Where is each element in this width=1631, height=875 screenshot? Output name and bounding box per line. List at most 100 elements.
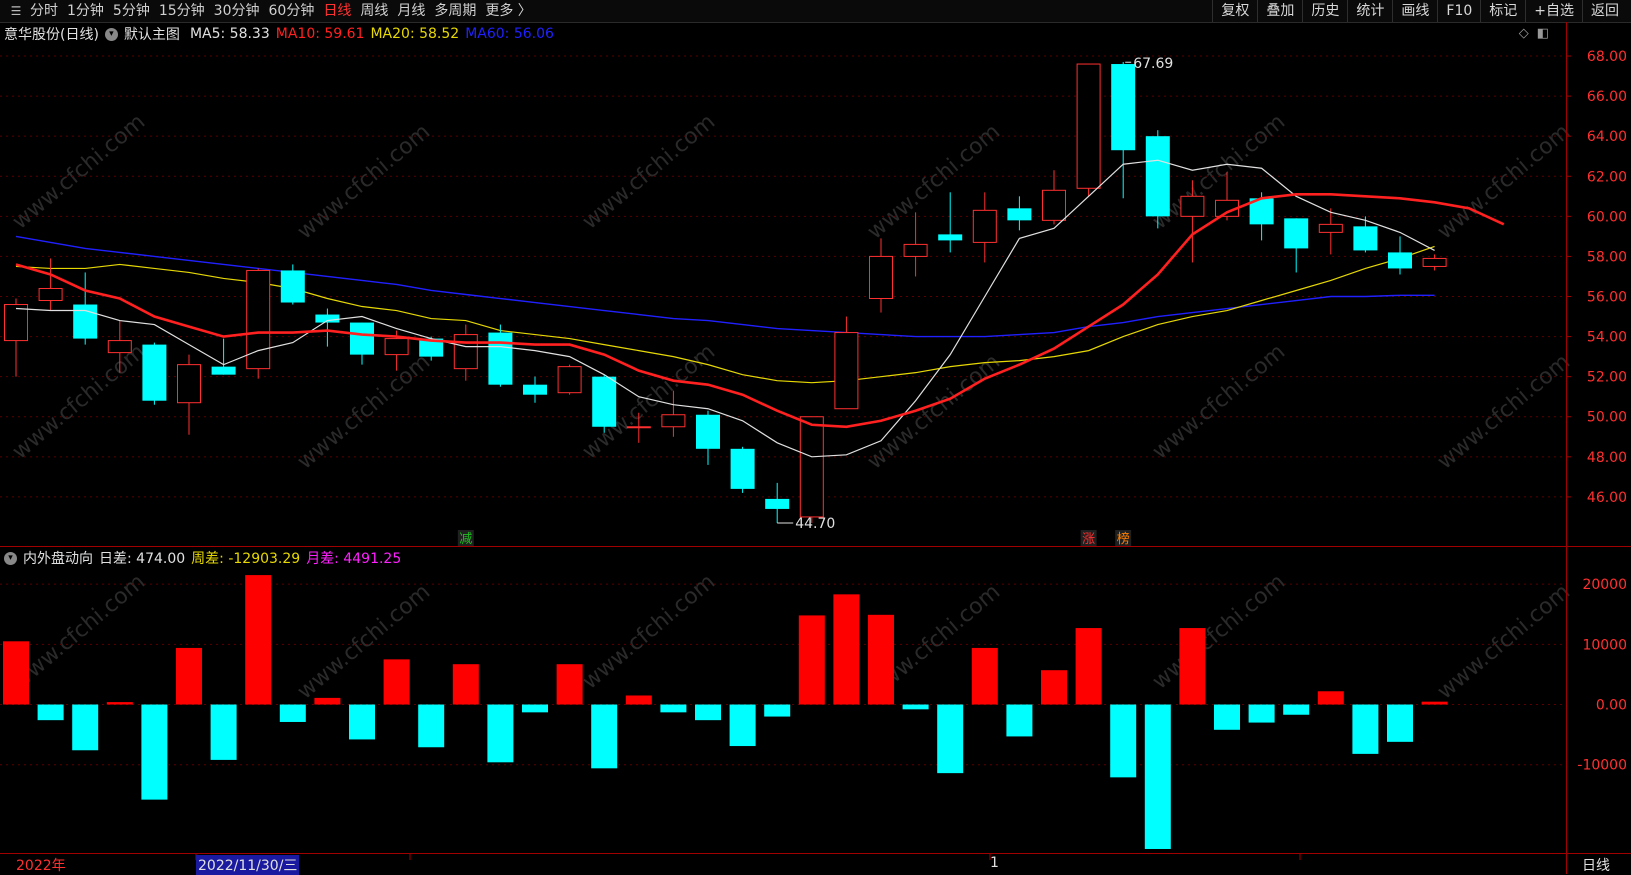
indicator-bar: [522, 704, 548, 713]
indicator-bar: [1283, 704, 1310, 715]
candle-body: [384, 338, 409, 356]
high-price-label: 67.69: [1133, 56, 1173, 72]
indicator-bar: [1110, 704, 1137, 778]
watermark-text: www.cfchi.com: [8, 339, 150, 464]
signal-marker: 涨: [1082, 532, 1095, 547]
candle-body: [142, 344, 167, 401]
indicator-bar: [314, 697, 341, 705]
indicator-bar: [764, 704, 791, 717]
watermark-text: www.cfchi.com: [293, 579, 435, 704]
indicator-bar: [1421, 701, 1448, 705]
indicator-bar: [1075, 628, 1102, 705]
indicator-bar: [591, 704, 618, 769]
watermark-text: www.cfchi.com: [293, 349, 435, 474]
ma60-line: [15, 235, 1435, 338]
indicator-bar: [141, 704, 168, 800]
candle-body: [626, 426, 651, 429]
watermark-text: www.cfchi.com: [578, 569, 720, 694]
price-tick-label: 64.00: [1587, 129, 1627, 145]
candle-body: [903, 243, 928, 257]
ma10-line: [15, 193, 1505, 429]
candle-body: [1111, 64, 1136, 151]
candle-body: [869, 255, 893, 300]
candle-body: [350, 322, 374, 355]
candle-body: [696, 414, 720, 449]
indicator-bar: [176, 647, 202, 705]
candle-body: [4, 304, 28, 342]
signal-marker: 榜: [1117, 531, 1130, 547]
candle-body: [834, 332, 859, 410]
candle-body: [1180, 195, 1205, 217]
indicator-bar: [279, 704, 306, 722]
indicator-bar: [868, 614, 894, 705]
watermark-text: www.cfchi.com: [1148, 569, 1290, 694]
watermark-text: www.cfchi.com: [293, 119, 435, 244]
indicator-bar: [695, 704, 721, 721]
candle-body: [765, 498, 790, 509]
candle-body: [73, 304, 98, 339]
indicator-bar: [418, 704, 445, 748]
indicator-tick-label: 20000: [1582, 577, 1627, 593]
candle-body: [557, 366, 582, 394]
indicator-bar: [833, 594, 860, 705]
candle-body: [1422, 257, 1447, 267]
low-price-label: 44.70: [795, 516, 835, 532]
price-tick-label: 54.00: [1587, 330, 1627, 346]
price-tick-label: 50.00: [1587, 410, 1627, 426]
year-label: 2022年: [16, 858, 66, 874]
period-label[interactable]: 日线: [1582, 855, 1610, 875]
watermark-text: www.cfchi.com: [1433, 119, 1575, 244]
candle-body: [453, 334, 478, 370]
price-tick-label: 60.00: [1587, 209, 1627, 225]
candle-body: [799, 416, 824, 518]
indicator-tick-label: 10000: [1582, 637, 1627, 653]
indicator-bar: [210, 704, 237, 760]
month-label: 1: [990, 855, 999, 871]
indicator-bar: [487, 704, 514, 763]
indicator-bar: [729, 704, 756, 747]
indicator-bar: [660, 704, 687, 713]
indicator-bar: [971, 647, 998, 705]
candle-body: [1007, 208, 1032, 221]
candle-body: [592, 376, 617, 427]
watermark-text: www.cfchi.com: [863, 349, 1005, 474]
indicator-bar: [1352, 704, 1379, 754]
indicator-bar: [72, 704, 99, 751]
kline-chart[interactable]: www.cfchi.com www.cfchi.com www.cfchi.com w…: [0, 0, 1631, 874]
watermark-text: www.cfchi.com: [1433, 349, 1575, 474]
candle-body: [523, 384, 547, 395]
candle-body: [1145, 136, 1170, 217]
indicator-bar: [625, 695, 652, 705]
candle-body: [488, 332, 513, 385]
indicator-bar: [1248, 704, 1275, 723]
price-tick-label: 58.00: [1587, 249, 1627, 265]
candle-body: [1353, 226, 1378, 251]
indicator-bar: [798, 615, 825, 705]
indicator-bar: [1387, 704, 1413, 742]
indicator-bar: [245, 575, 272, 705]
watermark-text: www.cfchi.com: [1433, 579, 1575, 704]
signal-marker: 减: [459, 532, 472, 547]
price-tick-label: 62.00: [1587, 169, 1627, 185]
indicator-bar: [1317, 691, 1344, 705]
candle-body: [1076, 63, 1101, 189]
candle-body: [938, 234, 963, 241]
candle-body: [972, 209, 997, 243]
indicator-bar: [1041, 670, 1067, 705]
indicator-tick-label: 0.00: [1596, 698, 1627, 714]
indicator-bar: [1144, 704, 1171, 849]
price-tick-label: 56.00: [1587, 290, 1627, 306]
indicator-bar: [37, 704, 64, 721]
candle-body: [211, 366, 236, 375]
cursor-date: 2022/11/30/三: [196, 855, 300, 875]
indicator-bar: [1006, 704, 1033, 737]
indicator-bar: [349, 704, 375, 740]
price-tick-label: 68.00: [1587, 49, 1627, 65]
candle-body: [280, 270, 305, 303]
indicator-bar: [1214, 704, 1240, 730]
watermark-text: www.cfchi.com: [8, 569, 150, 694]
watermark-text: www.cfchi.com: [8, 109, 150, 234]
indicator-bar: [1179, 628, 1206, 705]
price-tick-label: 48.00: [1587, 450, 1627, 466]
candle-body: [107, 340, 132, 354]
